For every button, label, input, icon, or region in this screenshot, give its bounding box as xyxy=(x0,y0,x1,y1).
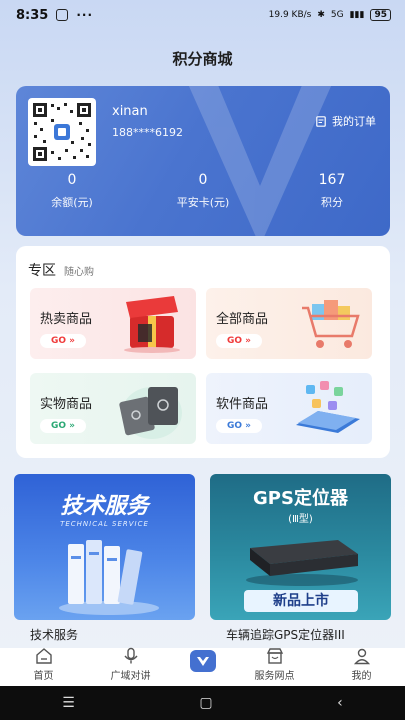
stat-ping-an-card[interactable]: 0 平安卡(元) xyxy=(153,172,253,210)
promo-gps-tracker[interactable]: GPS定位器 (Ⅲ型) 新品上市 xyxy=(210,474,391,620)
app-notification-icon xyxy=(56,9,69,21)
promo-caption: 车辆追踪GPS定位器III xyxy=(226,628,345,642)
store-icon xyxy=(266,648,283,664)
promo-caption: 技术服务 xyxy=(30,628,79,642)
gps-device-icon xyxy=(246,540,358,586)
nav-intercom[interactable]: 广域对讲 xyxy=(96,647,166,682)
signal-label: 5G xyxy=(330,10,344,20)
signal-icon: ▮▮▮ xyxy=(349,10,365,20)
orders-icon xyxy=(316,115,326,127)
zone-card: 专区 随心购 热卖商品 GO » 全部商品 GO » 实物商品 GO » 软件商… xyxy=(16,246,390,458)
status-time: 8:35 xyxy=(16,7,49,23)
tile-physical-products[interactable]: 实物商品 GO » xyxy=(30,373,196,444)
tile-label: 热卖商品 xyxy=(40,312,93,327)
shopping-cart-icon xyxy=(302,300,360,348)
nav-home[interactable]: 首页 xyxy=(9,647,79,682)
system-nav-bar: ☰ ▢ ‹ xyxy=(0,686,405,720)
stat-balance[interactable]: 0 余额(元) xyxy=(22,172,122,210)
stat-value: 0 xyxy=(67,172,77,188)
username: xinan xyxy=(112,104,148,119)
promo-banner-title: GPS定位器 xyxy=(253,488,348,509)
my-orders-link[interactable]: 我的订单 xyxy=(316,113,376,129)
nav-service-outlets[interactable]: 服务网点 xyxy=(240,647,310,682)
page-title: 积分商城 xyxy=(172,50,233,68)
stat-value: 0 xyxy=(198,172,208,188)
go-button[interactable]: GO » xyxy=(216,334,262,348)
phone-apps-icon xyxy=(296,381,360,433)
stat-label: 平安卡(元) xyxy=(176,196,230,209)
gift-box-icon xyxy=(124,296,180,353)
zone-subtitle: 随心购 xyxy=(64,267,94,278)
go-button[interactable]: GO » xyxy=(40,334,86,348)
user-icon xyxy=(353,648,370,665)
go-button[interactable]: GO » xyxy=(216,419,262,433)
nav-label: 服务网点 xyxy=(254,671,295,682)
nav-label: 我的 xyxy=(351,671,372,682)
nav-label: 首页 xyxy=(33,671,54,682)
stat-label: 余额(元) xyxy=(51,196,93,209)
status-bar: 8:35 ··· 19.9 KB/s ✱ 5G ▮▮▮ 95 xyxy=(0,0,405,30)
home-icon xyxy=(35,648,52,664)
zone-header: 专区 随心购 xyxy=(28,260,94,280)
nav-label: 广域对讲 xyxy=(110,671,151,682)
more-notifications-icon: ··· xyxy=(76,8,94,22)
mall-icon xyxy=(197,657,209,666)
qr-code-avatar[interactable] xyxy=(28,98,96,166)
tile-all-products[interactable]: 全部商品 GO » xyxy=(206,288,372,359)
menu-icon[interactable]: ☰ xyxy=(62,695,75,711)
tile-software-products[interactable]: 软件商品 GO » xyxy=(206,373,372,444)
promo-banner-subtitle: TECHNICAL SERVICE xyxy=(60,520,149,528)
stat-value: 167 xyxy=(318,172,346,188)
promo-banner-title: 技术服务 xyxy=(60,494,149,519)
nav-points-mall[interactable] xyxy=(190,650,216,672)
microphone-icon xyxy=(123,647,138,664)
stat-label: 积分 xyxy=(321,196,343,209)
zone-title: 专区 xyxy=(28,263,56,279)
home-button-icon[interactable]: ▢ xyxy=(199,695,212,711)
card-decoration xyxy=(188,86,332,236)
device-cards-icon xyxy=(119,387,182,439)
bluetooth-icon: ✱ xyxy=(317,10,325,20)
promo-technical-service[interactable]: 技术服务 TECHNICAL SERVICE xyxy=(14,474,195,620)
stat-points[interactable]: 167 积分 xyxy=(282,172,382,210)
account-card: xinan 188****6192 我的订单 0 余额(元) 0 平安卡(元) … xyxy=(16,86,390,236)
tile-label: 实物商品 xyxy=(40,397,93,412)
back-icon[interactable]: ‹ xyxy=(337,695,343,711)
tile-label: 软件商品 xyxy=(216,397,269,412)
phone-number: 188****6192 xyxy=(112,126,183,139)
server-binders-icon xyxy=(59,540,159,615)
go-button[interactable]: GO » xyxy=(40,419,86,433)
nav-mine[interactable]: 我的 xyxy=(327,647,397,682)
battery-indicator: 95 xyxy=(370,9,391,21)
new-product-tag: 新品上市 xyxy=(244,590,358,612)
tile-hot-products[interactable]: 热卖商品 GO » xyxy=(30,288,196,359)
promo-banner-subtitle: (Ⅲ型) xyxy=(288,514,313,525)
my-orders-label: 我的订单 xyxy=(332,115,376,128)
network-speed: 19.9 KB/s xyxy=(268,10,312,20)
tile-label: 全部商品 xyxy=(216,312,269,327)
